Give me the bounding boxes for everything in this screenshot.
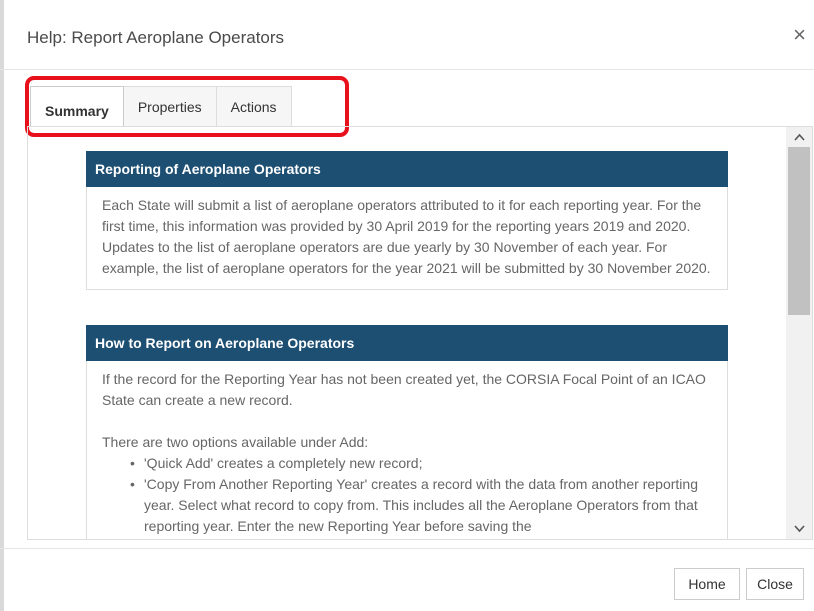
section-body: Each State will submit a list of aeropla… [86, 187, 728, 290]
help-content-panel: Reporting of Aeroplane Operators Each St… [27, 126, 813, 540]
tab-properties[interactable]: Properties [123, 86, 217, 126]
help-dialog: Help: Report Aeroplane Operators × Summa… [0, 0, 814, 611]
tab-actions[interactable]: Actions [216, 86, 292, 126]
section-reporting: Reporting of Aeroplane Operators Each St… [86, 151, 728, 290]
tab-summary[interactable]: Summary [30, 86, 124, 126]
section-how-to-report: How to Report on Aeroplane Operators If … [86, 325, 728, 539]
section-paragraph: If the record for the Reporting Year has… [102, 371, 706, 408]
section-body: If the record for the Reporting Year has… [86, 361, 728, 539]
list-item: 'Quick Add' creates a completely new rec… [130, 453, 715, 474]
vertical-scrollbar[interactable] [786, 127, 812, 539]
section-paragraph: There are two options available under Ad… [102, 434, 369, 450]
dialog-title: Help: Report Aeroplane Operators [27, 28, 285, 47]
dialog-footer: Home Close [0, 548, 814, 611]
close-button[interactable]: Close [746, 568, 804, 600]
help-scroll-area[interactable]: Reporting of Aeroplane Operators Each St… [28, 127, 786, 539]
close-icon[interactable]: × [793, 24, 806, 46]
scroll-up-icon[interactable] [786, 129, 812, 145]
options-list: 'Quick Add' creates a completely new rec… [130, 453, 715, 537]
section-paragraph: Each State will submit a list of aeropla… [102, 197, 711, 276]
section-heading: How to Report on Aeroplane Operators [86, 325, 728, 361]
dialog-header: Help: Report Aeroplane Operators × [0, 0, 814, 70]
home-button[interactable]: Home [674, 568, 740, 600]
section-heading: Reporting of Aeroplane Operators [86, 151, 728, 187]
scroll-thumb[interactable] [788, 147, 810, 315]
list-item: 'Copy From Another Reporting Year' creat… [130, 474, 715, 537]
tab-bar: Summary Properties Actions [30, 86, 292, 126]
scroll-down-icon[interactable] [786, 521, 812, 537]
